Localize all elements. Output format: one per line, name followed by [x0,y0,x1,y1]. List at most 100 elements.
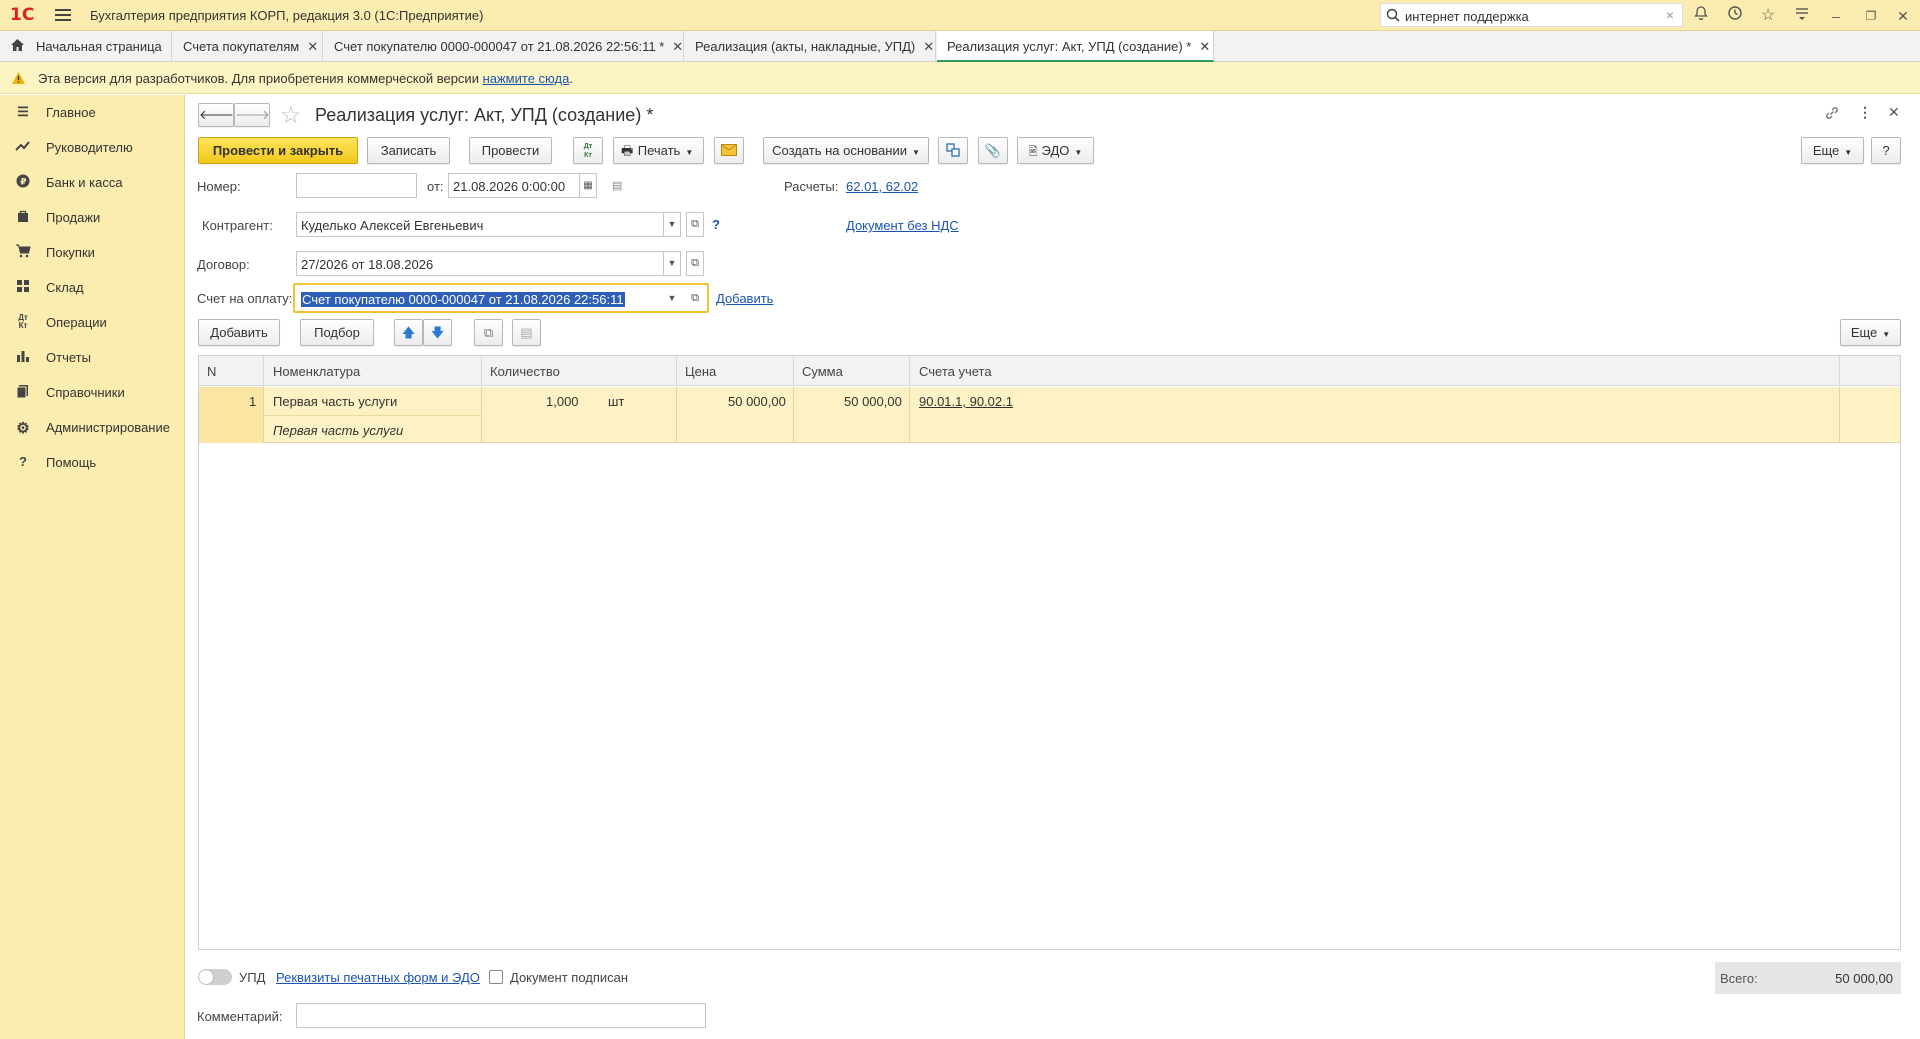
sidebar-item-help[interactable]: ? Помощь [0,445,185,480]
tab-label: Реализация услуг: Акт, УПД (создание) * [947,39,1192,54]
back-button[interactable]: 🡐 [198,103,234,127]
tab-sales-list[interactable]: Реализация (акты, накладные, УПД) ✕ [685,31,936,62]
favorite-star-icon[interactable]: ☆ [280,101,302,130]
favorites-icon[interactable]: ☆ [1757,5,1779,27]
col-nomenclature[interactable]: Номенклатура [273,364,360,379]
clear-search-icon[interactable]: × [1666,7,1674,23]
tab-invoices[interactable]: Счета покупателям ✕ [173,31,323,62]
counterparty-field[interactable]: Куделько Алексей Евгеньевич [296,212,664,237]
minimize-icon[interactable]: – [1825,5,1847,27]
post-button[interactable]: Провести [469,137,552,164]
paste-row-button[interactable]: ▤ [512,319,541,346]
col-sum[interactable]: Сумма [802,364,843,379]
col-n[interactable]: N [207,364,216,379]
edo-button[interactable]: 🖹 ЭДО ▼ [1017,137,1094,164]
tab-invoice-doc[interactable]: Счет покупателю 0000-000047 от 21.08.202… [324,31,684,62]
no-vat-link[interactable]: Документ без НДС [846,218,959,233]
close-tab-icon[interactable]: ✕ [307,39,318,54]
settlements-link[interactable]: 62.01, 62.02 [846,179,918,194]
help-button[interactable]: ? [1871,137,1901,164]
col-quantity[interactable]: Количество [490,364,560,379]
main-menu-icon[interactable] [54,6,72,24]
sidebar-item-admin[interactable]: ⚙ Администрирование [0,410,185,445]
more-button[interactable]: Еще ▼ [1801,137,1864,164]
paperclip-icon: 📎 [984,143,1002,158]
sidebar-item-catalogs[interactable]: Справочники [0,375,185,410]
notifications-icon[interactable] [1690,5,1712,27]
buy-link[interactable]: нажмите сюда [483,71,570,86]
counterparty-open-icon[interactable]: ⧉ [686,212,704,237]
dt-kt-button[interactable]: Дт Кт [573,137,603,164]
sidebar-item-warehouse[interactable]: Склад [0,270,185,305]
tab-label: Счета покупателям [183,39,300,54]
table-row[interactable]: 1 Первая часть услуги Первая часть услуг… [199,387,1900,443]
close-tab-icon[interactable]: ✕ [672,39,683,54]
forward-button[interactable]: 🡒 [234,103,270,127]
settings-menu-icon[interactable] [1791,5,1813,27]
invoice-field[interactable]: Счет покупателю 0000-000047 от 21.08.202… [296,286,664,311]
invoice-dropdown[interactable]: ▼ [663,286,681,311]
restore-icon[interactable]: ❐ [1860,5,1882,27]
date-from-label: от: [427,179,444,194]
link-icon[interactable] [1824,105,1840,124]
row-sum[interactable]: 50 000,00 [844,394,902,409]
save-button[interactable]: Записать [367,137,450,164]
row-quantity[interactable]: 1,000 [546,394,579,409]
print-requisites-link[interactable]: Реквизиты печатных форм и ЭДО [276,970,480,985]
attach-button[interactable]: 📎 [978,137,1008,164]
print-button[interactable]: 🖶 Печать ▼ [613,137,704,164]
col-accounts[interactable]: Счета учета [919,364,992,379]
structure-button[interactable] [938,137,968,164]
create-based-on-button[interactable]: Создать на основании ▼ [763,137,929,164]
row-unit[interactable]: шт [608,394,624,409]
close-window-icon[interactable]: ✕ [1892,5,1914,27]
close-form-icon[interactable]: ✕ [1888,104,1900,121]
search-input[interactable]: интернет поддержка × [1380,3,1683,27]
sidebar-item-main[interactable]: ☰ Главное [0,95,185,130]
number-field[interactable] [296,173,417,198]
row-content[interactable]: Первая часть услуги [273,423,403,438]
contract-open-icon[interactable]: ⧉ [686,251,704,276]
add-invoice-link[interactable]: Добавить [716,291,773,306]
col-price[interactable]: Цена [685,364,716,379]
sidebar-item-bank[interactable]: ₽ Банк и касса [0,165,185,200]
date-field[interactable]: 21.08.2026 0:00:00 [448,173,580,198]
close-tab-icon[interactable]: ✕ [1199,39,1210,54]
sidebar-item-reports[interactable]: Отчеты [0,340,185,375]
comment-field[interactable] [296,1003,706,1028]
post-and-close-button[interactable]: Провести и закрыть [198,137,358,164]
upd-toggle[interactable] [198,969,232,985]
sidebar-item-sales[interactable]: Продажи [0,200,185,235]
sidebar-item-manager[interactable]: Руководителю [0,130,185,165]
tab-bar: Начальная страница Счета покупателям ✕ Сч… [0,31,1920,62]
move-up-button[interactable]: 🡅 [394,319,423,346]
app-header: 1С Бухгалтерия предприятия КОРП, редакци… [0,0,1920,31]
number-label: Номер: [197,179,241,194]
close-tab-icon[interactable]: ✕ [923,39,934,54]
chevron-down-icon: ▼ [911,148,920,157]
sidebar-item-purchases[interactable]: Покупки [0,235,185,270]
move-down-button[interactable]: 🡇 [423,319,452,346]
invoice-open-icon[interactable]: ⧉ [686,286,704,311]
pick-button[interactable]: Подбор [300,319,374,346]
contract-field[interactable]: 27/2026 от 18.08.2026 [296,251,664,276]
history-icon[interactable] [1724,5,1746,27]
sidebar-item-operations[interactable]: Дт Кт Операции [0,305,185,340]
arrow-down-icon: 🡇 [430,325,445,340]
add-row-button[interactable]: Добавить [198,319,280,346]
email-button[interactable] [714,137,744,164]
row-accounts-link[interactable]: 90.01.1, 90.02.1 [919,394,1013,409]
counterparty-dropdown[interactable]: ▼ [663,212,681,237]
counterparty-help-icon[interactable]: ? [712,217,720,232]
row-nomenclature[interactable]: Первая часть услуги [273,394,397,409]
contract-dropdown[interactable]: ▼ [663,251,681,276]
row-price[interactable]: 50 000,00 [728,394,786,409]
tab-sales-services[interactable]: Реализация услуг: Акт, УПД (создание) * ✕ [937,31,1214,62]
calendar-icon[interactable]: ▦ [579,173,597,198]
tab-home[interactable]: Начальная страница [0,31,172,62]
copy-row-button[interactable]: ⧉ [474,319,503,346]
table-more-button[interactable]: Еще ▼ [1840,319,1901,346]
signed-checkbox[interactable] [489,970,503,984]
date-edit-icon[interactable]: ▤ [612,179,622,192]
more-actions-icon[interactable]: ⋮ [1858,104,1872,121]
